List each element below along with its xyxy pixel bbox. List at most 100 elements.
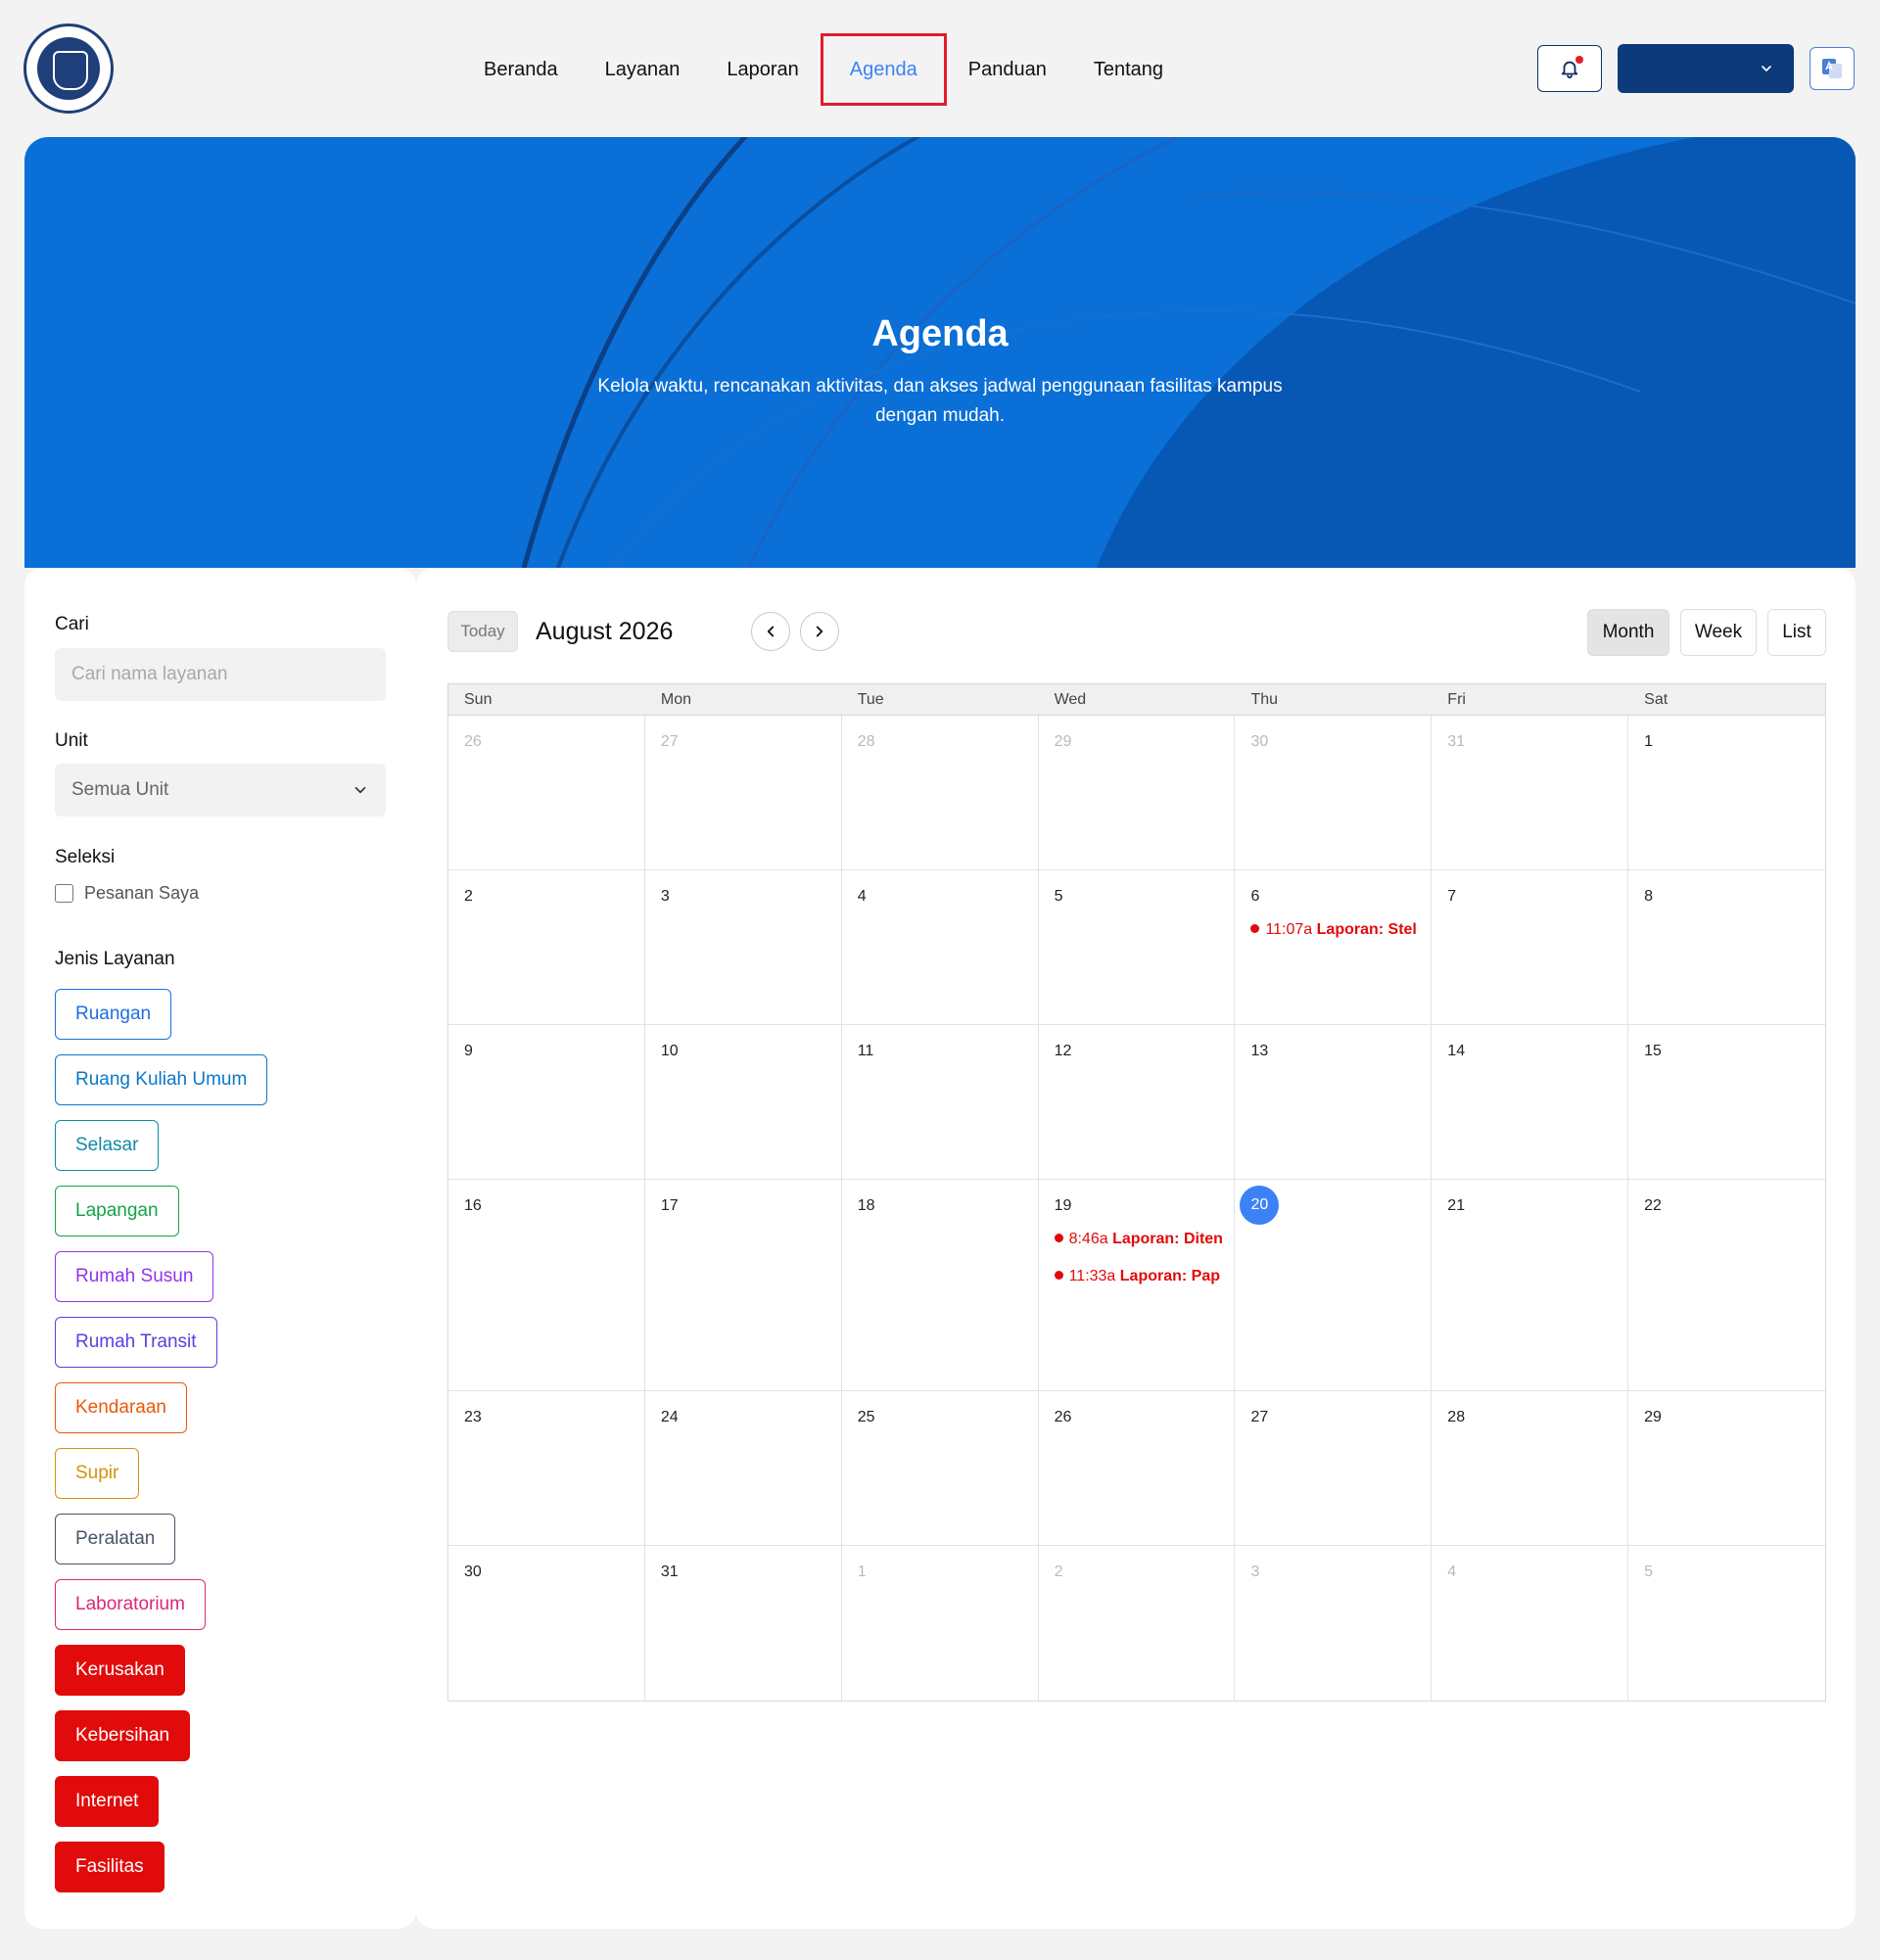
nav-beranda[interactable]: Beranda [460, 35, 582, 104]
day-cell[interactable]: 22 [1628, 1180, 1825, 1390]
main-nav: Beranda Layanan Laporan Agenda Panduan T… [460, 33, 1187, 106]
nav-agenda[interactable]: Agenda [820, 33, 947, 106]
notification-button[interactable] [1537, 45, 1602, 92]
unit-select[interactable]: Semua Unit [55, 764, 386, 817]
day-cell[interactable]: 27 [645, 716, 842, 869]
day-cell[interactable]: 2 [1039, 1546, 1236, 1701]
day-cell[interactable]: 29 [1039, 716, 1236, 869]
service-type-chip[interactable]: Laboratorium [55, 1579, 206, 1630]
day-cell[interactable]: 13 [1235, 1025, 1433, 1179]
day-cell[interactable]: 25 [842, 1391, 1039, 1545]
my-orders-checkbox[interactable] [55, 884, 73, 903]
month-grid: Sun Mon Tue Wed Thu Fri Sat 26 27 28 29 30 31 1 2 3 4 5 6… [447, 683, 1826, 1702]
day-cell[interactable]: 5 [1039, 870, 1236, 1024]
calendar-event[interactable]: 11:33a Laporan: Pap [1054, 1268, 1229, 1285]
itb-logo[interactable]: 1920 [24, 23, 114, 114]
day-cell[interactable]: 1 [842, 1546, 1039, 1701]
day-cell[interactable]: 8 [1628, 870, 1825, 1024]
prev-month-button[interactable] [751, 612, 790, 651]
day-cell[interactable]: 12 [1039, 1025, 1236, 1179]
day-cell[interactable]: 7 [1432, 870, 1629, 1024]
event-dot [1250, 924, 1260, 933]
service-type-chip[interactable]: Fasilitas [55, 1842, 164, 1892]
next-month-button[interactable] [800, 612, 839, 651]
day-number: 5 [1054, 888, 1063, 905]
day-cell-today[interactable]: 20 [1235, 1180, 1433, 1390]
nav-laporan[interactable]: Laporan [703, 35, 822, 104]
service-type-chip[interactable]: Rumah Transit [55, 1317, 217, 1368]
day-cell[interactable]: 31 [1432, 716, 1629, 869]
user-menu-button[interactable] [1618, 44, 1794, 93]
day-cell[interactable]: 19 8:46a Laporan: Diten 11:33a Laporan: Pa… [1039, 1180, 1236, 1390]
view-week-button[interactable]: Week [1680, 609, 1757, 656]
service-type-chip[interactable]: Supir [55, 1448, 140, 1499]
day-number: 26 [1054, 1409, 1072, 1425]
day-number: 5 [1644, 1563, 1654, 1580]
day-cell[interactable]: 5 [1628, 1546, 1825, 1701]
page-title: Agenda [871, 313, 1009, 354]
unit-label: Unit [55, 730, 88, 751]
calendar-event[interactable]: 8:46a Laporan: Diten [1054, 1231, 1229, 1248]
day-cell[interactable]: 3 [645, 870, 842, 1024]
day-number: 29 [1644, 1409, 1662, 1425]
nav-layanan[interactable]: Layanan [582, 35, 704, 104]
day-cell[interactable]: 2 [448, 870, 645, 1024]
event-dot [1054, 1271, 1063, 1280]
day-number: 30 [1250, 733, 1269, 750]
view-month-button[interactable]: Month [1587, 609, 1669, 656]
day-cell[interactable]: 28 [842, 716, 1039, 869]
my-orders-checkbox-row[interactable]: Pesanan Saya [55, 883, 199, 904]
day-cell[interactable]: 26 [1039, 1391, 1236, 1545]
service-type-chip[interactable]: Internet [55, 1776, 160, 1827]
day-cell[interactable]: 30 [448, 1546, 645, 1701]
day-cell[interactable]: 16 [448, 1180, 645, 1390]
chevron-right-icon [816, 626, 823, 637]
service-type-chip[interactable]: Kebersihan [55, 1710, 191, 1761]
day-cell[interactable]: 24 [645, 1391, 842, 1545]
weekday-label: Sun [464, 691, 493, 708]
calendar-event[interactable]: 11:07a Laporan: Stel [1250, 921, 1425, 939]
day-cell[interactable]: 9 [448, 1025, 645, 1179]
service-type-chip[interactable]: Lapangan [55, 1186, 179, 1237]
search-input[interactable] [55, 648, 386, 701]
selection-label: Seleksi [55, 847, 116, 867]
day-cell[interactable]: 29 [1628, 1391, 1825, 1545]
service-type-chip[interactable]: Kendaraan [55, 1382, 187, 1433]
day-cell[interactable]: 30 [1235, 716, 1433, 869]
day-cell[interactable]: 17 [645, 1180, 842, 1390]
service-type-chip[interactable]: Peralatan [55, 1514, 176, 1564]
service-type-chip[interactable]: Ruang Kuliah Umum [55, 1054, 268, 1105]
day-number: 31 [660, 1563, 679, 1580]
translate-button[interactable] [1810, 47, 1855, 90]
weekday-label: Mon [660, 691, 691, 708]
day-number: 3 [1250, 1563, 1260, 1580]
day-cell[interactable]: 21 [1432, 1180, 1629, 1390]
day-cell[interactable]: 28 [1432, 1391, 1629, 1545]
day-cell[interactable]: 15 [1628, 1025, 1825, 1179]
day-cell[interactable]: 23 [448, 1391, 645, 1545]
day-number: 27 [660, 733, 679, 750]
day-cell[interactable]: 4 [842, 870, 1039, 1024]
view-list-button[interactable]: List [1767, 609, 1826, 656]
nav-panduan[interactable]: Panduan [945, 35, 1070, 104]
service-type-chip[interactable]: Kerusakan [55, 1645, 185, 1696]
day-cell[interactable]: 27 [1235, 1391, 1433, 1545]
day-cell[interactable]: 14 [1432, 1025, 1629, 1179]
service-type-chip[interactable]: Ruangan [55, 989, 172, 1040]
day-cell[interactable]: 10 [645, 1025, 842, 1179]
day-number: 16 [464, 1197, 482, 1214]
today-button[interactable]: Today [447, 611, 518, 652]
day-cell[interactable]: 3 [1235, 1546, 1433, 1701]
day-cell[interactable]: 11 [842, 1025, 1039, 1179]
translate-icon [1822, 59, 1842, 78]
day-cell[interactable]: 18 [842, 1180, 1039, 1390]
day-cell[interactable]: 4 [1432, 1546, 1629, 1701]
day-cell[interactable]: 31 [645, 1546, 842, 1701]
service-type-chip[interactable]: Selasar [55, 1120, 160, 1171]
chevron-down-icon [1762, 66, 1771, 71]
service-type-chip[interactable]: Rumah Susun [55, 1251, 214, 1302]
day-cell[interactable]: 1 [1628, 716, 1825, 869]
day-cell[interactable]: 26 [448, 716, 645, 869]
day-cell[interactable]: 6 11:07a Laporan: Stel [1235, 870, 1433, 1024]
nav-tentang[interactable]: Tentang [1070, 35, 1187, 104]
